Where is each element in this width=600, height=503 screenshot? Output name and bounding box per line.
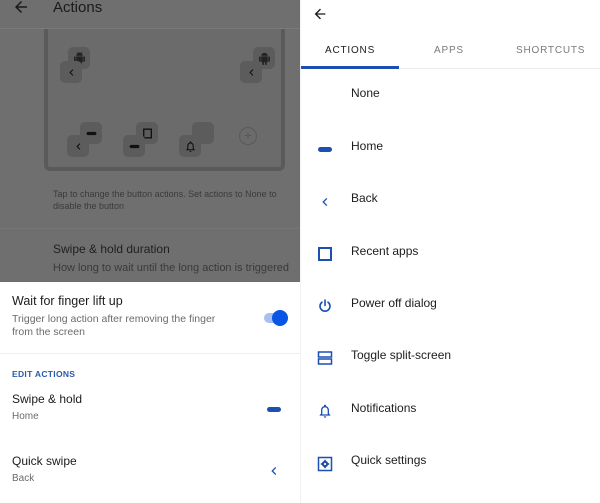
section-header-edit-actions: EDIT ACTIONS [12, 369, 76, 379]
square-icon [315, 244, 335, 264]
swipe-hold-duration-title[interactable]: Swipe & hold duration [53, 242, 170, 256]
preview-hint: Tap to change the button actions. Set ac… [53, 189, 277, 211]
arrow-back-icon[interactable] [12, 0, 30, 16]
preview-button-top-left[interactable] [60, 61, 82, 83]
tab-shortcuts[interactable]: SHORTCUTS [516, 45, 585, 56]
wait-finger-lift-toggle[interactable] [262, 310, 288, 326]
button-layout-preview: + [44, 29, 285, 171]
swipe-hold-value: Home [12, 411, 39, 422]
chevron-left-icon [75, 142, 80, 150]
action-label: Quick settings [351, 453, 427, 467]
action-item-recent-apps[interactable]: Recent apps [301, 244, 600, 296]
active-tab-indicator [301, 66, 399, 69]
action-label: Recent apps [351, 244, 419, 258]
action-label: Back [351, 191, 378, 205]
add-circle-icon[interactable]: + [239, 127, 257, 145]
swipe-hold-duration-subtitle: How long to wait until the long action i… [53, 262, 290, 274]
divider [0, 353, 300, 354]
action-label: Power off dialog [351, 296, 437, 310]
home-pill-icon [315, 139, 335, 159]
chevron-left-icon[interactable] [262, 459, 286, 483]
action-label: Home [351, 139, 384, 153]
power-icon [315, 296, 335, 316]
actions-settings-screen: Actions + Tap to change the button actio… [0, 0, 300, 503]
action-picker-screen: ACTIONS APPS SHORTCUTS None Home Back Re… [300, 0, 600, 503]
quick-swipe-title[interactable]: Quick swipe [12, 454, 77, 468]
action-item-notifications[interactable]: Notifications [301, 401, 600, 453]
home-pill-icon[interactable] [262, 397, 286, 421]
settings-box-icon [315, 454, 335, 474]
chevron-left-icon [315, 192, 335, 212]
split-screen-icon [315, 348, 335, 368]
action-item-toggle-split-screen[interactable]: Toggle split-screen [301, 348, 600, 400]
tab-bar: ACTIONS APPS SHORTCUTS [301, 40, 600, 69]
dimmed-background[interactable]: Actions + Tap to change the button actio… [0, 0, 300, 282]
preview-button-top-right[interactable] [240, 61, 262, 83]
page-title: Actions [53, 0, 103, 16]
bell-icon [315, 401, 335, 421]
screen: Actions + Tap to change the button actio… [0, 0, 600, 503]
wait-finger-lift-subtitle: Trigger long action after removing the f… [12, 313, 216, 338]
preview-button-bottom-3[interactable] [179, 135, 201, 157]
tab-apps[interactable]: APPS [434, 45, 464, 56]
tab-actions[interactable]: ACTIONS [325, 45, 375, 56]
action-item-none[interactable]: None [301, 86, 600, 138]
action-item-quick-settings[interactable]: Quick settings [301, 453, 600, 503]
home-pill-icon [129, 144, 139, 148]
quick-swipe-value: Back [12, 473, 35, 484]
action-label: Toggle split-screen [351, 348, 452, 362]
action-label: Notifications [351, 401, 417, 415]
app-bar: Actions [0, 0, 300, 29]
chevron-left-icon [68, 68, 73, 76]
action-item-power-off-dialog[interactable]: Power off dialog [301, 296, 600, 348]
preview-button-bottom-1[interactable] [67, 135, 89, 157]
chevron-left-icon [248, 68, 253, 76]
wait-finger-lift-title: Wait for finger lift up [12, 294, 123, 308]
arrow-back-icon[interactable] [312, 6, 328, 22]
preview-button-bottom-2[interactable] [123, 135, 145, 157]
divider [0, 228, 300, 229]
action-item-home[interactable]: Home [301, 139, 600, 191]
swipe-hold-title[interactable]: Swipe & hold [12, 392, 82, 406]
action-label: None [351, 86, 380, 100]
action-item-back[interactable]: Back [301, 191, 600, 243]
bell-icon [185, 140, 195, 152]
bottom-sheet: Wait for finger lift up Trigger long act… [0, 282, 300, 503]
toggle-thumb [272, 310, 288, 326]
